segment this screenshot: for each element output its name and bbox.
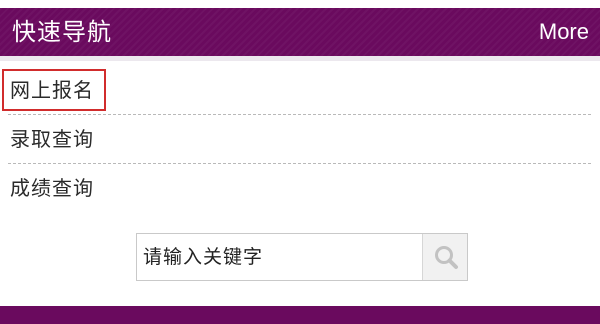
- quick-nav-page: 快速导航 More 网上报名 录取查询 成绩查询: [0, 0, 600, 324]
- quick-nav-list: 网上报名 录取查询 成绩查询: [0, 66, 600, 212]
- header-title: 快速导航: [12, 18, 112, 46]
- nav-item-score-query[interactable]: 成绩查询: [8, 164, 591, 212]
- search-icon: [435, 246, 458, 269]
- search-box: [136, 233, 468, 281]
- search-input[interactable]: [137, 234, 423, 280]
- nav-item-online-registration[interactable]: 网上报名: [2, 66, 591, 115]
- top-strip: [0, 0, 600, 8]
- nav-item-label: 录取查询: [10, 127, 94, 151]
- more-link[interactable]: More: [539, 18, 589, 46]
- footer-bar: [0, 306, 600, 324]
- header-bar: 快速导航 More: [0, 8, 600, 56]
- nav-item-label: 成绩查询: [10, 176, 94, 200]
- nav-item-admission-query[interactable]: 录取查询: [8, 115, 591, 164]
- search-button[interactable]: [422, 234, 467, 280]
- nav-item-label: 网上报名: [10, 78, 94, 102]
- header-divider: [0, 56, 600, 61]
